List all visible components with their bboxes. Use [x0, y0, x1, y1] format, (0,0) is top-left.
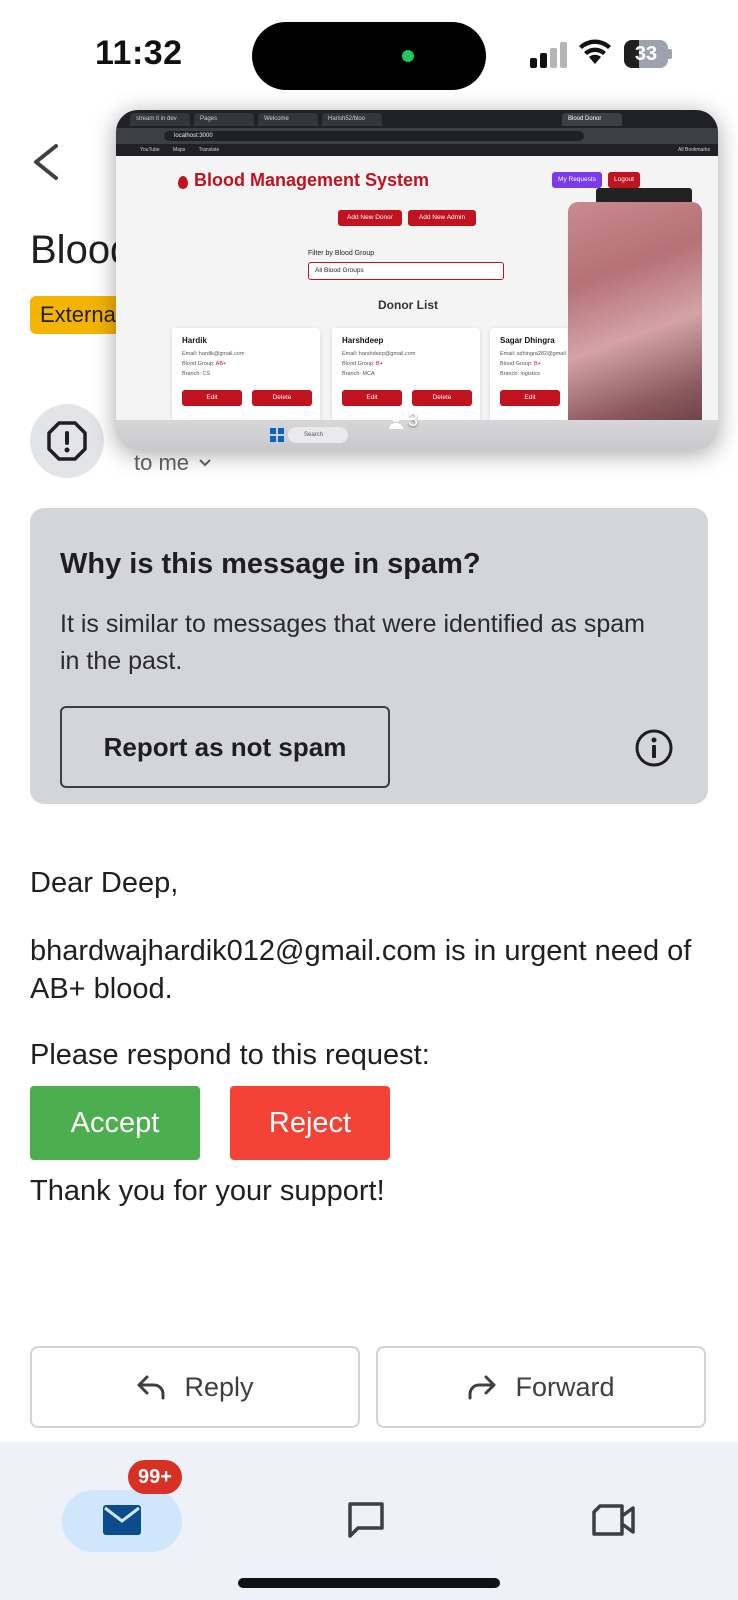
- browser-tab-strip: stream it in dev Pages Welcome Harish52/…: [116, 110, 718, 128]
- bookmark-translate[interactable]: Translate: [199, 147, 220, 153]
- email-prompt: Please respond to this request:: [30, 1039, 430, 1071]
- battery-level: 33: [634, 43, 658, 65]
- person-icon: [389, 413, 403, 429]
- browser-tab-active[interactable]: Blood Donor: [562, 113, 622, 126]
- delete-button[interactable]: Delete: [252, 390, 312, 406]
- reject-button[interactable]: Reject: [230, 1086, 390, 1160]
- info-icon[interactable]: [634, 728, 674, 768]
- bottom-navigation: 99+: [0, 1442, 738, 1600]
- blood-drop-icon: [178, 176, 188, 189]
- forward-icon: [468, 1375, 496, 1400]
- blood-group-select[interactable]: All Blood Groups: [308, 262, 504, 280]
- mail-icon: [103, 1505, 141, 1535]
- forward-button[interactable]: Forward: [376, 1346, 706, 1428]
- bookmark-maps[interactable]: Maps: [173, 147, 185, 153]
- donor-email: Email: harshdeep@gmail.com: [342, 351, 416, 357]
- donor-branch: Branch: CS: [182, 371, 211, 377]
- my-requests-button[interactable]: My Requests: [552, 172, 602, 188]
- picture-in-picture-video[interactable]: stream it in dev Pages Welcome Harish52/…: [116, 110, 718, 450]
- nav-mail-tab[interactable]: [62, 1490, 182, 1552]
- donor-email: Email: hardik@gmail.com: [182, 351, 245, 357]
- browser-tab[interactable]: Harish52/bloo: [322, 113, 382, 126]
- report-not-spam-button[interactable]: Report as not spam: [60, 706, 390, 788]
- edit-button[interactable]: Edit: [342, 390, 402, 406]
- battery-icon: 33: [624, 40, 672, 68]
- forward-label: Forward: [515, 1371, 615, 1402]
- recipient-dropdown[interactable]: to me: [134, 450, 213, 476]
- back-arrow-icon[interactable]: [26, 138, 66, 186]
- reply-icon: [137, 1375, 165, 1400]
- warning-octagon-icon: [47, 421, 87, 461]
- donor-branch: Branch: MCA: [342, 371, 375, 377]
- donor-blood-group: Blood Group: B+: [342, 361, 383, 367]
- camera-indicator-dot: [402, 50, 414, 62]
- clock: 11:32: [95, 34, 183, 72]
- participant-count: 3: [388, 410, 418, 431]
- edit-button[interactable]: Edit: [500, 390, 560, 406]
- bookmarks-bar: YouTube Maps Translate All Bookmarks: [116, 144, 718, 156]
- taskbar-search[interactable]: Search: [288, 427, 348, 443]
- donor-list-title: Donor List: [378, 298, 438, 312]
- filter-label: Filter by Blood Group: [308, 250, 375, 257]
- windows-start-icon: [270, 428, 284, 442]
- reply-button[interactable]: Reply: [30, 1346, 360, 1428]
- donor-blood-group: Blood Group: AB+: [182, 361, 227, 367]
- logout-button[interactable]: Logout: [608, 172, 640, 188]
- email-closing: Thank you for your support!: [30, 1175, 385, 1207]
- spam-notice-description: It is similar to messages that were iden…: [60, 610, 645, 675]
- unread-badge: 99+: [128, 1460, 182, 1494]
- home-indicator[interactable]: [238, 1578, 500, 1588]
- browser-tab[interactable]: Pages: [194, 113, 254, 126]
- recipient-label: to me: [134, 450, 190, 475]
- edit-button[interactable]: Edit: [182, 390, 242, 406]
- reply-label: Reply: [184, 1371, 254, 1402]
- browser-address-bar: localhost:3000: [116, 128, 718, 144]
- spam-notice-title: Why is this message in spam?: [60, 548, 481, 580]
- dynamic-island: [252, 22, 486, 90]
- bookmark-all[interactable]: All Bookmarks: [678, 144, 710, 156]
- delete-button[interactable]: Delete: [412, 390, 472, 406]
- url-field[interactable]: localhost:3000: [164, 131, 584, 141]
- add-admin-button[interactable]: Add New Admin: [408, 210, 476, 226]
- email-message: bhardwajhardik012@gmail.com is in urgent…: [30, 935, 692, 1005]
- browser-tab[interactable]: stream it in dev: [130, 113, 190, 126]
- donor-card: Hardik Email: hardik@gmail.com Blood Gro…: [172, 328, 320, 424]
- add-donor-button[interactable]: Add New Donor: [338, 210, 402, 226]
- bookmark-youtube[interactable]: YouTube: [140, 147, 160, 153]
- app-title: Blood Management System: [194, 170, 430, 190]
- chat-icon[interactable]: [346, 1500, 386, 1540]
- status-bar: 11:32 33: [0, 0, 738, 110]
- chevron-down-icon: [199, 459, 211, 467]
- sender-avatar[interactable]: [30, 404, 104, 478]
- accept-button[interactable]: Accept: [30, 1086, 200, 1160]
- wifi-icon: [579, 39, 611, 64]
- email-greeting: Dear Deep,: [30, 867, 179, 899]
- cellular-signal-icon: [530, 42, 570, 68]
- donor-name: Harshdeep: [342, 336, 384, 345]
- meet-icon[interactable]: [592, 1500, 636, 1540]
- spam-notice: Why is this message in spam? It is simil…: [30, 508, 708, 804]
- camera-feed: [568, 202, 702, 440]
- browser-tab[interactable]: Welcome: [258, 113, 318, 126]
- donor-name: Hardik: [182, 336, 207, 345]
